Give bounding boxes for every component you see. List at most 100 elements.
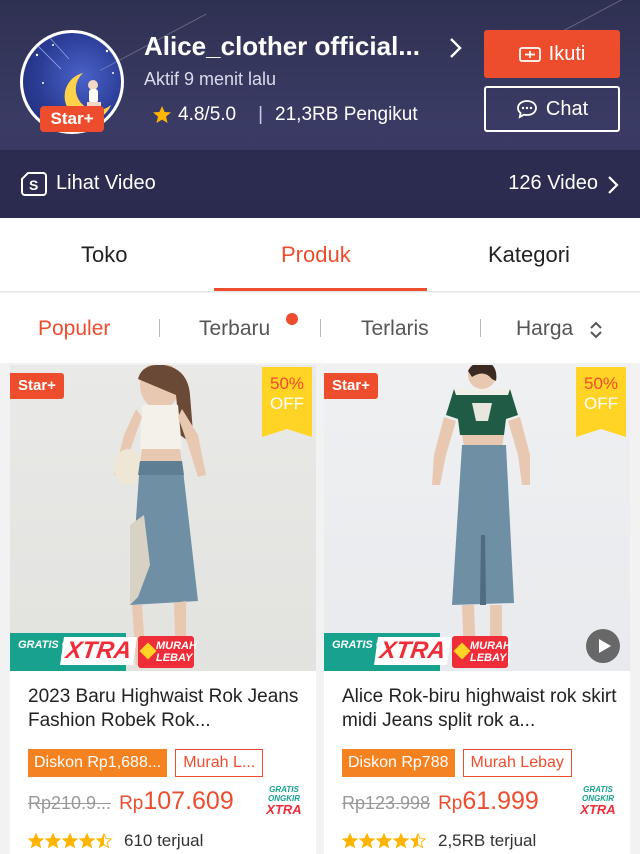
sort-terbaru[interactable]: Terbaru [199, 317, 270, 341]
follower-count: 21,3RB Pengikut [275, 104, 418, 125]
chevron-right-icon[interactable] [606, 174, 620, 196]
discount-percent: 50% [583, 374, 619, 393]
star-plus-badge: Star+ [324, 373, 378, 399]
divider [480, 319, 481, 337]
chat-button[interactable]: Chat [484, 86, 620, 132]
shop-header: Star+ Alice_clother official... Aktif 9 … [0, 0, 640, 218]
mini-xtra-label: XTRA [580, 802, 616, 817]
tab-kategori[interactable]: Kategori [488, 242, 570, 268]
xtra-label: XTRA [374, 637, 452, 665]
product-image[interactable]: Star+ 50% OFF GRATIS ONGKIR XTRA MURAH L… [10, 365, 316, 671]
sort-arrows-icon[interactable] [588, 320, 604, 340]
heart-icon [453, 642, 471, 660]
discount-flag: 50% OFF [576, 367, 626, 437]
active-status: Aktif 9 menit lalu [144, 69, 277, 89]
murah-tag: Murah Lebay [462, 749, 572, 777]
price-row: Rp210.9... Rp107.609 [28, 787, 234, 816]
active-tab-indicator [214, 288, 427, 291]
murah-tag: Murah L... [175, 749, 264, 777]
original-price: Rp123.998 [342, 793, 431, 813]
star-icon [45, 833, 61, 849]
star-icon [342, 833, 358, 849]
heart-icon [139, 642, 157, 660]
sort-terlaris[interactable]: Terlaris [361, 317, 429, 341]
star-icon [79, 833, 95, 849]
price-row: Rp123.998 Rp61.999 [342, 787, 539, 816]
sold-count: 610 terjual [124, 831, 204, 850]
sale-price-value: 107.609 [143, 787, 234, 815]
currency: Rp [438, 793, 463, 814]
sale-price-value: 61.999 [462, 787, 539, 815]
video-play-icon: S [21, 172, 47, 196]
star-rating [342, 833, 426, 849]
star-icon [376, 833, 392, 849]
star-icon [359, 833, 375, 849]
divider: | [258, 104, 264, 125]
murah-lebay-badge: MURAH LEBAY [138, 636, 197, 668]
diskon-tag: Diskon Rp1,688... [28, 749, 168, 777]
star-icon [96, 833, 112, 849]
product-image[interactable]: Star+ 50% OFF GRATIS ONGKIR XTRA MURAH L… [324, 365, 630, 671]
gratis-ongkir-xtra-icon: GRATIS ONGKIR XTRA [266, 785, 302, 817]
star-icon [153, 106, 171, 123]
chat-label: Chat [545, 97, 589, 120]
mini-gratis-label: GRATIS ONGKIR [582, 785, 614, 803]
sort-bar: Populer Terbaru Terlaris Harga [0, 293, 640, 363]
star-icon [62, 833, 78, 849]
follow-button[interactable]: Ikuti [484, 30, 620, 78]
divider [320, 319, 321, 337]
promo-banner: GRATIS ONGKIR XTRA MURAH LEBAY [10, 633, 316, 671]
sale-price: Rp107.609 [119, 787, 234, 816]
svg-text:S: S [29, 177, 38, 193]
video-play-icon[interactable] [586, 629, 620, 663]
tab-toko[interactable]: Toko [81, 242, 127, 268]
sold-count: 2,5RB terjual [438, 831, 537, 850]
divider [159, 319, 160, 337]
star-icon [28, 833, 44, 849]
follow-label: Ikuti [548, 42, 586, 65]
original-price: Rp210.9... [28, 793, 112, 813]
diskon-tag: Diskon Rp788 [342, 749, 455, 777]
star-icon [393, 833, 409, 849]
gratis-ongkir-badge: GRATIS ONGKIR XTRA [324, 633, 452, 671]
rating-line: 2,5RB terjual [342, 831, 536, 851]
video-count[interactable]: 126 Video [508, 172, 598, 195]
product-tags: Diskon Rp788 Murah Lebay [342, 749, 572, 777]
shop-tabs: Toko Produk Kategori [0, 218, 640, 292]
discount-off-label: OFF [584, 394, 618, 413]
product-title[interactable]: 2023 Baru Highwaist Rok Jeans Fashion Ro… [28, 685, 304, 733]
sale-price: Rp61.999 [438, 787, 539, 816]
shop-name[interactable]: Alice_clother official... [144, 31, 420, 62]
mini-xtra-label: XTRA [266, 802, 302, 817]
star-plus-badge: Star+ [10, 373, 64, 399]
discount-percent: 50% [269, 374, 305, 393]
tab-produk[interactable]: Produk [281, 242, 351, 268]
product-title[interactable]: Alice Rok-biru highwaist rok skirt midi … [342, 685, 618, 733]
murah-lebay-label: MURAH LEBAY [470, 640, 511, 664]
star-plus-badge: Star+ [40, 106, 104, 132]
shop-stats: 4.8/5.0 | 21,3RB Pengikut [152, 104, 418, 126]
video-label[interactable]: Lihat Video [56, 172, 156, 195]
murah-lebay-badge: MURAH LEBAY [452, 636, 511, 668]
chat-bubble-icon [516, 100, 537, 119]
xtra-label: XTRA [60, 637, 138, 665]
sort-harga[interactable]: Harga [516, 317, 573, 341]
rating-line: 610 terjual [28, 831, 203, 851]
currency: Rp [119, 793, 144, 814]
product-card[interactable]: Star+ 50% OFF GRATIS ONGKIR XTRA MURAH L… [324, 365, 630, 854]
discount-flag: 50% OFF [262, 367, 312, 437]
notification-dot [286, 313, 298, 325]
murah-lebay-label: MURAH LEBAY [156, 640, 197, 664]
star-rating [28, 833, 112, 849]
store-add-icon [518, 47, 541, 62]
product-card[interactable]: Star+ 50% OFF GRATIS ONGKIR XTRA MURAH L… [10, 365, 316, 854]
gratis-ongkir-xtra-icon: GRATIS ONGKIR XTRA [580, 785, 616, 817]
mini-gratis-label: GRATIS ONGKIR [268, 785, 300, 803]
promo-banner: GRATIS ONGKIR XTRA MURAH LEBAY [324, 633, 630, 671]
discount-off-label: OFF [270, 394, 304, 413]
chevron-right-icon[interactable] [448, 36, 464, 60]
product-tags: Diskon Rp1,688... Murah L... [28, 749, 264, 777]
shop-rating: 4.8/5.0 [178, 104, 237, 125]
sort-populer[interactable]: Populer [38, 317, 110, 341]
gratis-ongkir-badge: GRATIS ONGKIR XTRA [10, 633, 138, 671]
